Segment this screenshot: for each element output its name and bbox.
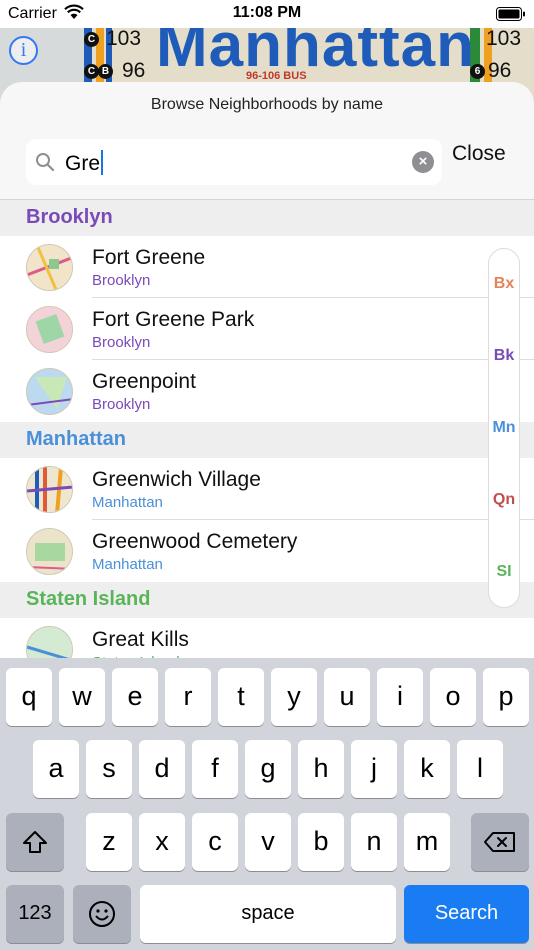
search-input-value: Gre — [65, 152, 101, 175]
search-input[interactable]: Gre — [65, 150, 104, 176]
section-header-staten-island: Staten Island — [0, 582, 534, 618]
neighborhood-name: Great Kills — [92, 628, 189, 651]
space-key[interactable]: space — [140, 885, 396, 943]
section-index-bar[interactable]: Bx Bk Mn Qn SI — [488, 248, 520, 608]
clock: 11:08 PM — [232, 4, 302, 21]
list-item-greenwood-cemetery[interactable]: Greenwood Cemetery Manhattan — [0, 520, 534, 582]
key-m[interactable]: m — [404, 813, 450, 871]
neighborhood-borough: Brooklyn — [92, 334, 151, 351]
key-y[interactable]: y — [271, 668, 317, 726]
text-caret — [101, 150, 104, 175]
index-item-bronx[interactable]: Bx — [489, 275, 519, 293]
status-bar: Carrier 11:08 PM — [0, 0, 534, 28]
emoji-icon — [89, 901, 115, 927]
route-number: 96 — [122, 59, 146, 82]
neighborhood-borough: Manhattan — [92, 556, 163, 573]
key-z[interactable]: z — [86, 813, 132, 871]
delete-key[interactable] — [471, 813, 529, 871]
subway-bullet-c: C — [84, 32, 99, 47]
section-title: Brooklyn — [26, 206, 113, 228]
neighborhood-map-thumbnail — [26, 306, 73, 353]
route-number: 103 — [486, 27, 522, 50]
neighborhood-borough: Brooklyn — [92, 272, 151, 289]
neighborhood-name: Greenwood Cemetery — [92, 530, 298, 553]
key-v[interactable]: v — [245, 813, 291, 871]
subway-bullet-b: B — [98, 64, 113, 79]
key-s[interactable]: s — [86, 740, 132, 798]
index-item-manhattan[interactable]: Mn — [489, 419, 519, 437]
clear-text-icon[interactable]: × — [412, 151, 434, 173]
emoji-key[interactable] — [73, 885, 131, 943]
neighborhood-name: Fort Greene Park — [92, 308, 255, 331]
shift-icon — [23, 831, 47, 853]
section-header-brooklyn: Brooklyn — [0, 200, 534, 236]
subway-bullet-c: C — [84, 64, 99, 79]
neighborhood-borough: Brooklyn — [92, 396, 151, 413]
search-field[interactable]: Gre × — [26, 139, 442, 185]
neighborhood-borough: Manhattan — [92, 494, 163, 511]
index-item-queens[interactable]: Qn — [489, 491, 519, 509]
numbers-key[interactable]: 123 — [6, 885, 64, 943]
sheet-title: Browse Neighborhoods by name — [150, 96, 384, 113]
key-d[interactable]: d — [139, 740, 185, 798]
section-header-manhattan: Manhattan — [0, 422, 534, 458]
index-item-staten-island[interactable]: SI — [489, 563, 519, 581]
neighborhood-name: Greenwich Village — [92, 468, 261, 491]
index-item-brooklyn[interactable]: Bk — [489, 347, 519, 365]
keyboard: q w e r t y u i o p a s d f g h j k l z … — [0, 658, 534, 950]
key-q[interactable]: q — [6, 668, 52, 726]
route-number: 103 — [106, 27, 142, 50]
neighborhood-map-thumbnail — [26, 466, 73, 513]
key-r[interactable]: r — [165, 668, 211, 726]
key-o[interactable]: o — [430, 668, 476, 726]
section-title: Manhattan — [26, 428, 126, 450]
neighborhood-map-thumbnail — [26, 528, 73, 575]
key-n[interactable]: n — [351, 813, 397, 871]
neighborhood-map-thumbnail — [26, 244, 73, 291]
key-i[interactable]: i — [377, 668, 423, 726]
key-u[interactable]: u — [324, 668, 370, 726]
neighborhood-name: Fort Greene — [92, 246, 206, 269]
search-icon — [36, 153, 55, 172]
shift-key[interactable] — [6, 813, 64, 871]
key-e[interactable]: e — [112, 668, 158, 726]
neighborhood-map-thumbnail — [26, 368, 73, 415]
map-bus-label: 96-106 BUS — [246, 70, 307, 82]
key-x[interactable]: x — [139, 813, 185, 871]
close-button[interactable]: Close — [452, 142, 506, 166]
delete-icon — [484, 832, 515, 852]
key-b[interactable]: b — [298, 813, 344, 871]
list-item-greenpoint[interactable]: Greenpoint Brooklyn — [0, 360, 534, 422]
key-j[interactable]: j — [351, 740, 397, 798]
key-t[interactable]: t — [218, 668, 264, 726]
subway-bullet-6: 6 — [470, 64, 485, 79]
section-title: Staten Island — [26, 588, 151, 610]
key-h[interactable]: h — [298, 740, 344, 798]
key-a[interactable]: a — [33, 740, 79, 798]
list-item-fort-greene[interactable]: Fort Greene Brooklyn — [0, 236, 534, 298]
battery-icon — [496, 7, 525, 21]
list-item-greenwich-village[interactable]: Greenwich Village Manhattan — [0, 458, 534, 520]
info-button[interactable]: i — [9, 36, 38, 65]
key-f[interactable]: f — [192, 740, 238, 798]
list-item-fort-greene-park[interactable]: Fort Greene Park Brooklyn — [0, 298, 534, 360]
key-c[interactable]: c — [192, 813, 238, 871]
key-g[interactable]: g — [245, 740, 291, 798]
key-p[interactable]: p — [483, 668, 529, 726]
key-w[interactable]: w — [59, 668, 105, 726]
key-l[interactable]: l — [457, 740, 503, 798]
route-number: 96 — [488, 59, 512, 82]
neighborhood-name: Greenpoint — [92, 370, 196, 393]
search-key[interactable]: Search — [404, 885, 529, 943]
key-k[interactable]: k — [404, 740, 450, 798]
